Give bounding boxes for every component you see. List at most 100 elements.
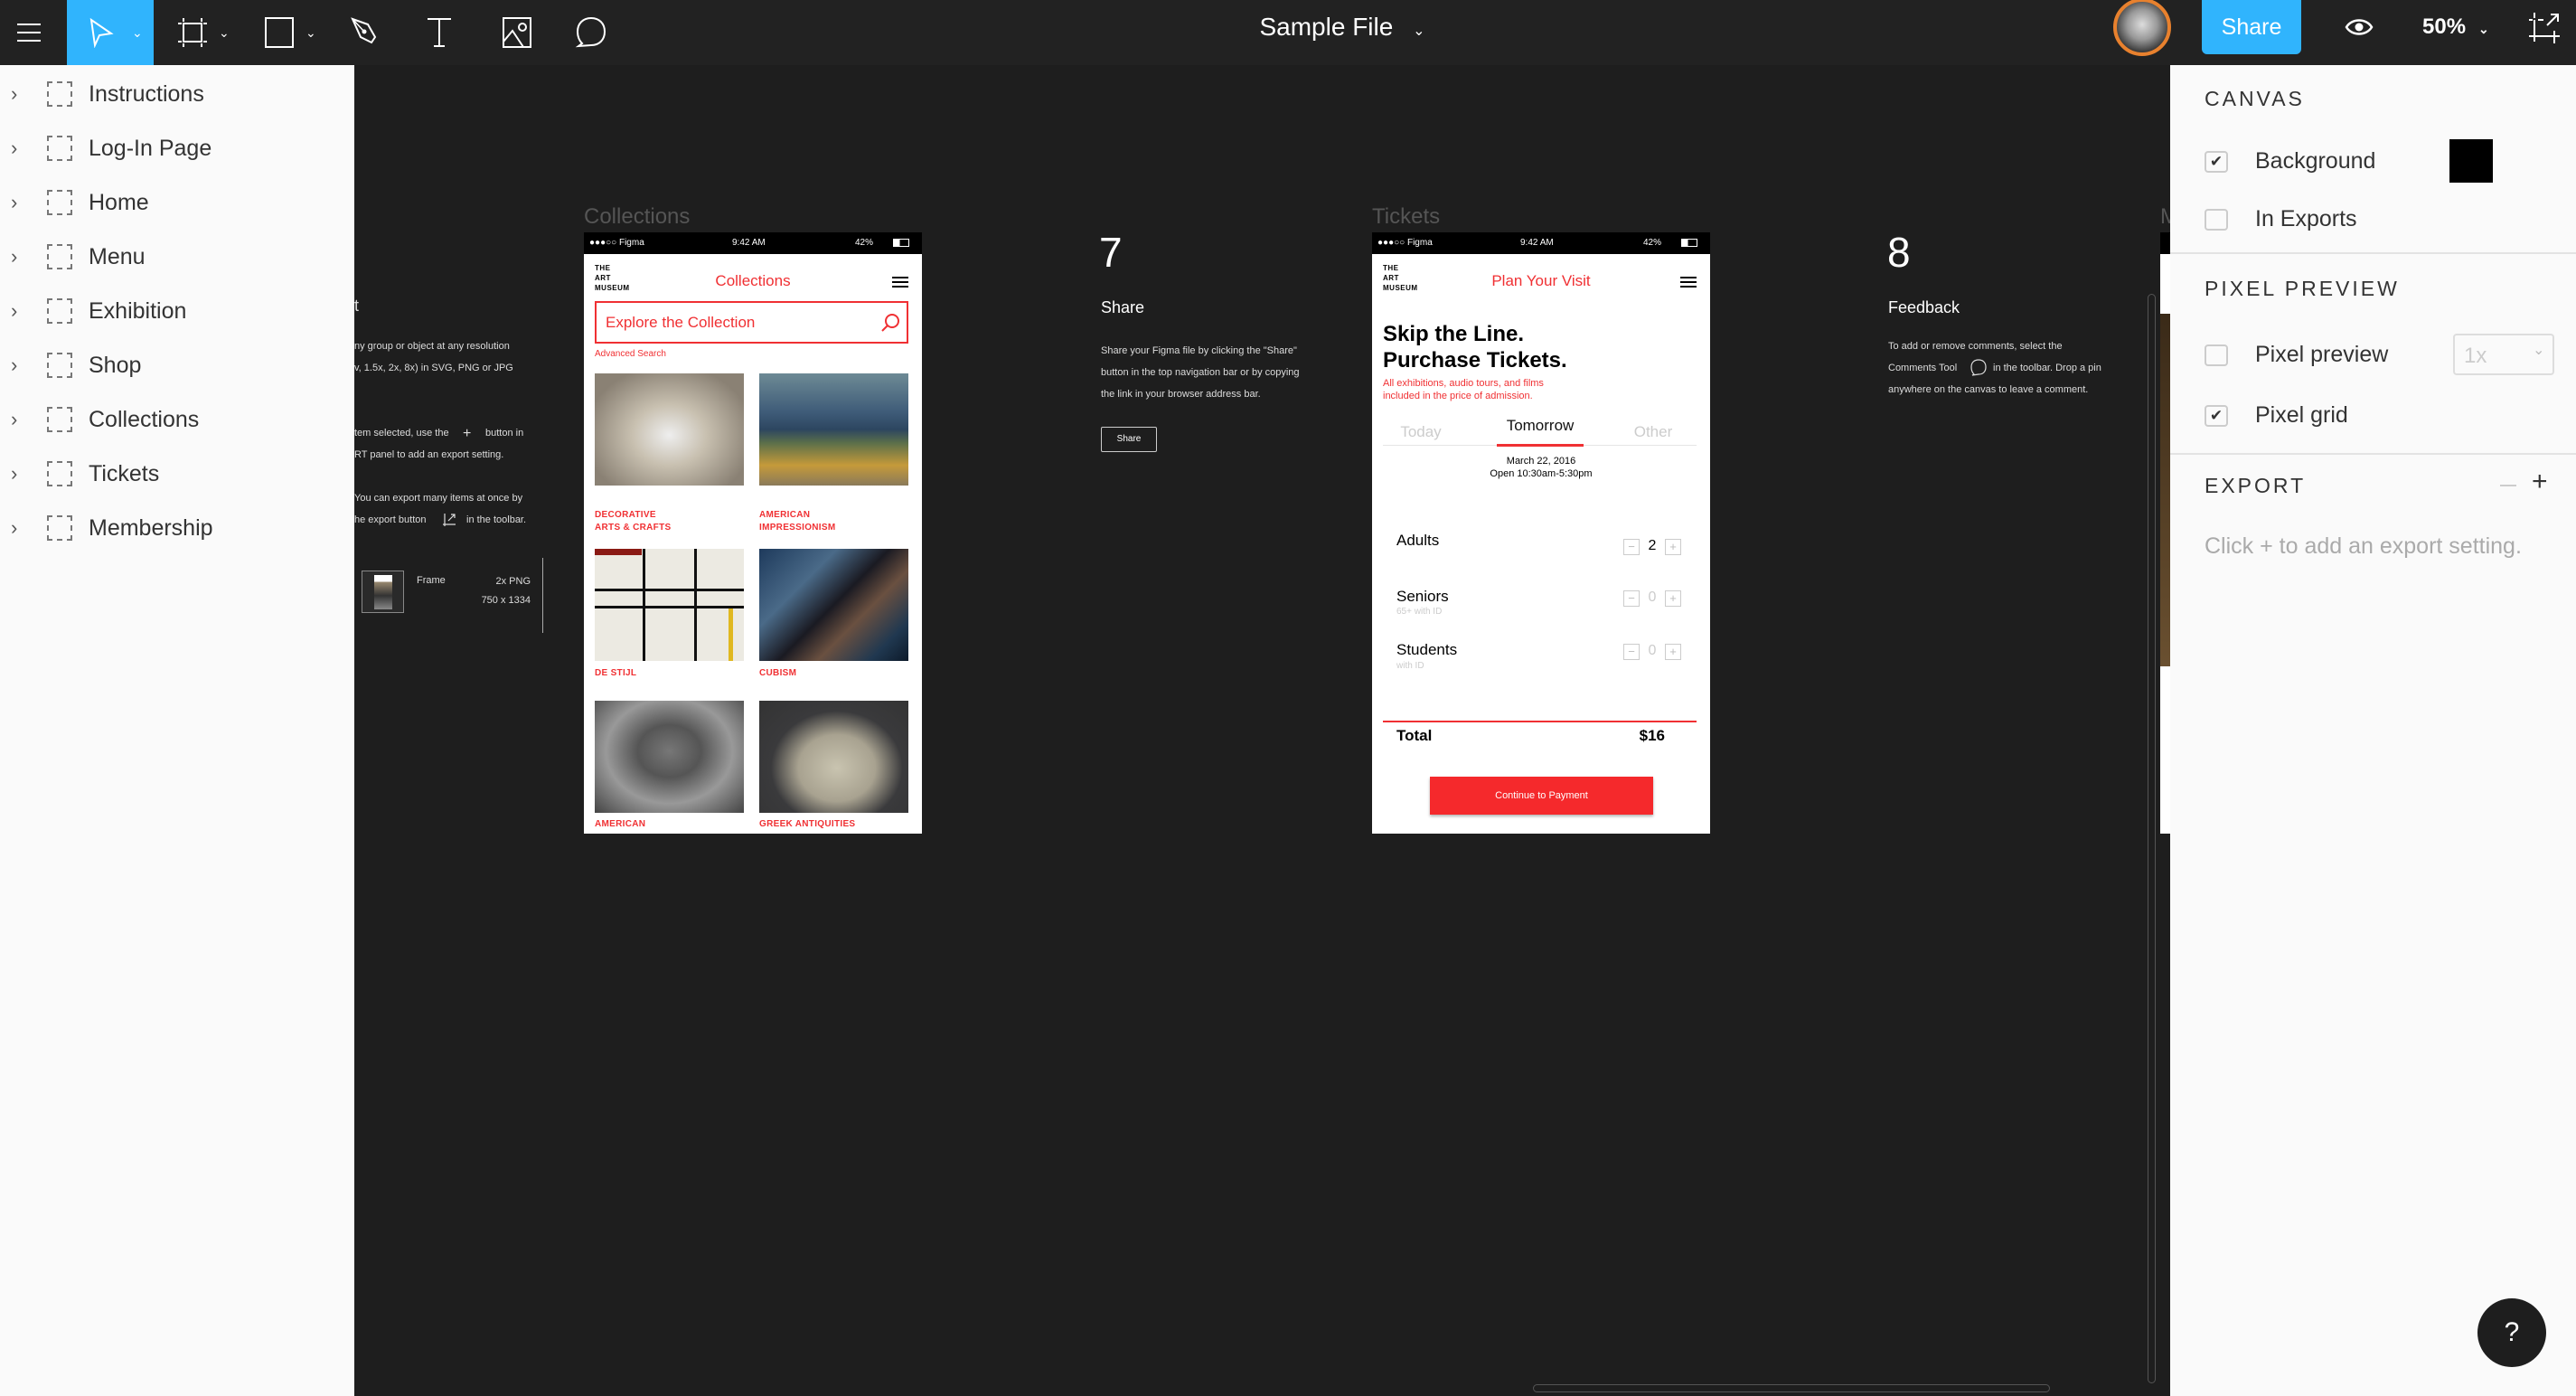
collections-frame[interactable]: ●●●○○ Figma 9:42 AM 42% THE ART MUSEUM Col…: [584, 232, 922, 834]
sidebar-item-tickets[interactable]: › Tickets: [0, 448, 354, 499]
tab-other[interactable]: Other: [1608, 423, 1698, 441]
chevron-right-icon[interactable]: ›: [11, 408, 17, 431]
sidebar-item-collections[interactable]: › Collections: [0, 394, 354, 445]
cubism-image[interactable]: [759, 549, 908, 661]
sidebar-item-label: Home: [89, 189, 149, 215]
admission-note: All exhibitions, audio tours, and films i…: [1383, 378, 1544, 401]
search-icon[interactable]: [880, 313, 900, 333]
chevron-right-icon[interactable]: ›: [11, 462, 17, 486]
chevron-right-icon[interactable]: ›: [11, 137, 17, 160]
rectangle-icon: [265, 17, 294, 48]
seniors-quantity-stepper[interactable]: −0 +: [1623, 590, 1681, 607]
continue-to-payment-button[interactable]: Continue to Payment: [1430, 777, 1653, 815]
frame-label-tickets[interactable]: Tickets: [1372, 204, 1440, 230]
chevron-down-icon[interactable]: ⌄: [219, 25, 230, 41]
pixel-grid-checkbox[interactable]: ✔: [2205, 405, 2228, 427]
help-button[interactable]: ?: [2477, 1298, 2546, 1367]
sidebar-item-menu[interactable]: › Menu: [0, 231, 354, 282]
pixel-preview-checkbox[interactable]: [2205, 344, 2228, 366]
sidebar-item-home[interactable]: › Home: [0, 177, 354, 228]
chevron-right-icon[interactable]: ›: [11, 299, 17, 323]
step-text-line: Comments Tool: [1888, 363, 1958, 373]
add-export-icon[interactable]: +: [2532, 467, 2548, 497]
hamburger-menu-icon[interactable]: [1680, 277, 1697, 288]
chevron-right-icon[interactable]: ›: [11, 82, 17, 106]
quantity: 2: [1648, 538, 1657, 553]
sidebar-item-shop[interactable]: › Shop: [0, 340, 354, 391]
frame-label-collections[interactable]: Collections: [584, 204, 690, 230]
students-quantity-stepper[interactable]: −0 +: [1623, 643, 1681, 660]
sidebar-item-instructions[interactable]: › Instructions: [0, 69, 354, 119]
remove-export-icon[interactable]: [2500, 485, 2516, 486]
menu-icon[interactable]: [13, 0, 45, 65]
export-note-line: ny group or object at any resolution: [354, 341, 510, 352]
rectangle-tool-button[interactable]: ⌄: [259, 0, 324, 65]
sidebar-item-label: Shop: [89, 352, 142, 378]
search-input[interactable]: Explore the Collection: [595, 301, 908, 344]
comment-tool-icon[interactable]: [573, 0, 609, 65]
pixel-preview-scale-select[interactable]: 1x ⌄: [2453, 334, 2554, 375]
export-hint: Click + to add an export setting.: [2205, 533, 2522, 559]
category-label[interactable]: GREEK ANTIQUITIES: [759, 818, 855, 831]
minus-icon[interactable]: −: [1623, 539, 1640, 555]
chevron-right-icon[interactable]: ›: [11, 191, 17, 214]
chevron-right-icon[interactable]: ›: [11, 516, 17, 540]
membership-frame[interactable]: [2160, 232, 2170, 834]
sidebar-item-log-in-page[interactable]: › Log-In Page: [0, 123, 354, 174]
step-text-line: Share your Figma file by clicking the "S…: [1101, 345, 1297, 356]
minus-icon[interactable]: −: [1623, 590, 1640, 607]
export-note-line: he export button: [354, 514, 427, 525]
image-tool-icon[interactable]: [499, 0, 535, 65]
vertical-scrollbar[interactable]: [2148, 294, 2156, 1383]
eye-icon[interactable]: [2345, 16, 2374, 42]
sidebar-item-membership[interactable]: › Membership: [0, 503, 354, 553]
plus-icon[interactable]: +: [1665, 590, 1681, 607]
frame-icon: [47, 81, 72, 107]
comment-icon: [1970, 359, 1987, 382]
ticket-type-label: Students: [1396, 641, 1458, 658]
hamburger-menu-icon[interactable]: [892, 277, 908, 288]
plus-icon[interactable]: +: [1665, 539, 1681, 555]
text-tool-icon[interactable]: [423, 0, 456, 65]
frame-icon: [47, 461, 72, 486]
pen-tool-icon[interactable]: [347, 0, 383, 65]
american-photo-image[interactable]: [595, 701, 744, 813]
plus-icon[interactable]: +: [1665, 644, 1681, 660]
de-stijl-image[interactable]: [595, 549, 744, 661]
chevron-down-icon[interactable]: ⌄: [132, 25, 143, 41]
tickets-frame[interactable]: ●●●○○ Figma 9:42 AM 42% THE ART MUSEUM Pla…: [1372, 232, 1710, 834]
category-label[interactable]: CUBISM: [759, 667, 796, 680]
chevron-down-icon[interactable]: ⌄: [306, 25, 316, 41]
background-color-swatch[interactable]: [2449, 139, 2493, 183]
american-impressionism-image[interactable]: [759, 373, 908, 486]
share-demo-button[interactable]: Share: [1101, 427, 1157, 452]
horizontal-scrollbar[interactable]: [1533, 1384, 2050, 1392]
category-label[interactable]: DECORATIVE ARTS & CRAFTS: [595, 509, 671, 534]
file-title-dropdown[interactable]: Sample File ⌄: [1175, 0, 1509, 54]
background-checkbox[interactable]: ✔: [2205, 151, 2228, 173]
tab-tomorrow[interactable]: Tomorrow: [1497, 417, 1584, 435]
category-label[interactable]: AMERICAN IMPRESSIONISM: [759, 509, 835, 534]
export-icon[interactable]: [2527, 9, 2563, 50]
share-button[interactable]: Share: [2202, 0, 2301, 54]
chevron-right-icon[interactable]: ›: [11, 354, 17, 377]
greek-antiquities-image[interactable]: [759, 701, 908, 813]
minus-icon[interactable]: −: [1623, 644, 1640, 660]
frame-icon: [47, 244, 72, 269]
move-tool-button[interactable]: ⌄: [67, 0, 154, 65]
advanced-search-link[interactable]: Advanced Search: [595, 349, 666, 359]
avatar[interactable]: [2113, 0, 2171, 56]
chevron-right-icon[interactable]: ›: [11, 245, 17, 269]
tab-today[interactable]: Today: [1376, 423, 1466, 441]
step-number: 8: [1887, 229, 1911, 276]
category-label[interactable]: DE STIJL: [595, 667, 636, 680]
frame-tool-button[interactable]: ⌄: [172, 0, 235, 65]
decorative-arts-image[interactable]: [595, 373, 744, 486]
in-exports-checkbox[interactable]: [2205, 209, 2228, 231]
category-label[interactable]: AMERICAN: [595, 818, 645, 831]
sidebar-item-exhibition[interactable]: › Exhibition: [0, 286, 354, 336]
adults-quantity-stepper[interactable]: −2 +: [1623, 538, 1681, 555]
export-heading-fragment: t: [354, 297, 360, 315]
zoom-dropdown[interactable]: 50% ⌄: [2422, 0, 2489, 54]
section-header-export: EXPORT: [2205, 474, 2307, 497]
